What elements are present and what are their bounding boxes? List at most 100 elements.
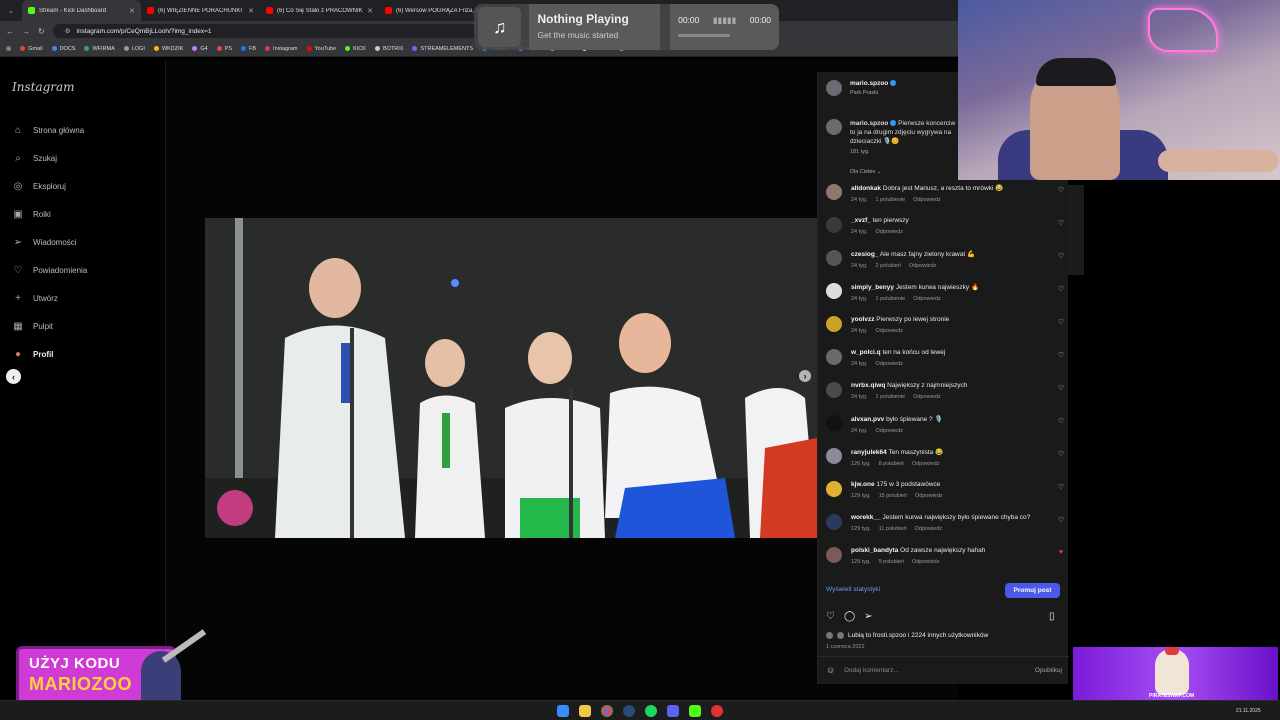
steam-icon[interactable]	[623, 705, 635, 717]
back-icon[interactable]: ←	[6, 27, 14, 36]
tab-menu-icon[interactable]: ⌄	[0, 7, 22, 15]
sidebar-item-eksploruj[interactable]: ◎ Eksploruj	[12, 180, 66, 192]
chrome-icon[interactable]	[601, 705, 613, 717]
avatar[interactable]	[826, 415, 842, 431]
reply-button[interactable]: Odpowiedz	[909, 263, 937, 269]
bookmark-item[interactable]: WKDZIK	[153, 46, 183, 52]
avatar[interactable]	[826, 547, 842, 563]
comment-like-icon[interactable]: ♡	[1056, 351, 1066, 367]
avatar[interactable]	[826, 119, 842, 135]
avatar[interactable]	[826, 184, 842, 200]
avatar[interactable]	[826, 283, 842, 299]
comment-username[interactable]: czesiog_	[851, 251, 878, 258]
avatar[interactable]	[826, 80, 842, 96]
next-image-arrow[interactable]: ›	[799, 370, 811, 382]
sidebar-item-powiadomienia[interactable]: ♡ Powiadomienia	[12, 264, 88, 276]
comment-username[interactable]: w_polci.q	[851, 349, 881, 356]
comment-username[interactable]: simply_benyy	[851, 284, 894, 291]
spotify-icon[interactable]	[645, 705, 657, 717]
reply-button[interactable]: Odpowiedz	[876, 229, 904, 235]
comment-icon[interactable]: ◯	[844, 611, 855, 622]
reply-button[interactable]: Odpowiedz	[915, 526, 943, 532]
comment-like-icon[interactable]: ♡	[1056, 516, 1066, 532]
publish-button[interactable]: Opublikuj	[1035, 667, 1062, 674]
kick-app-icon[interactable]	[689, 705, 701, 717]
comment-username[interactable]: nvrbx.qiwq	[851, 382, 885, 389]
bookmark-item[interactable]: FB	[241, 46, 256, 52]
bookmark-item[interactable]: WFIRMA	[84, 46, 115, 52]
file-explorer-icon[interactable]	[579, 705, 591, 717]
reply-button[interactable]: Odpowiedz	[915, 493, 943, 499]
forward-icon[interactable]: →	[22, 27, 30, 36]
comment-like-icon[interactable]: ♡	[1056, 186, 1066, 203]
comment-like-icon[interactable]: ♡	[1056, 384, 1066, 400]
bookmark-item[interactable]: DOCS	[51, 46, 75, 52]
avatar[interactable]	[826, 250, 842, 266]
close-icon[interactable]: ✕	[248, 7, 254, 15]
sidebar-item-pulpit[interactable]: ▦ Pulpit	[12, 320, 53, 332]
post-username[interactable]: mario.spzoo	[850, 80, 897, 87]
comment-likes[interactable]: 11 polubień	[879, 526, 907, 532]
emoji-icon[interactable]: ☺	[826, 665, 835, 675]
avatar[interactable]	[826, 382, 842, 398]
reply-button[interactable]: Odpowiedz	[913, 197, 941, 203]
likes-summary[interactable]: Lubią to frosti.spzoo i 2224 innych użyt…	[826, 632, 988, 639]
sidebar-item-wiadomości[interactable]: ➢ Wiadomości	[12, 236, 77, 248]
avatar[interactable]	[826, 481, 842, 497]
sidebar-item-szukaj[interactable]: ⌕ Szukaj	[12, 152, 57, 164]
view-insights-link[interactable]: Wyświetl statystyki	[826, 586, 880, 593]
save-icon[interactable]: ▯	[1049, 611, 1055, 622]
discord-icon[interactable]	[667, 705, 679, 717]
promote-post-button[interactable]: Promuj post	[1005, 583, 1060, 598]
bookmark-item[interactable]: Gmail	[20, 46, 43, 52]
avatar[interactable]	[826, 349, 842, 365]
comment-likes[interactable]: 1 polubienie	[876, 394, 906, 400]
comment-likes[interactable]: 15 polubień	[879, 493, 907, 499]
comment-input[interactable]: Dodaj komentarz...	[844, 667, 899, 674]
bookmark-item[interactable]: YouTube	[306, 46, 336, 52]
comment-like-icon[interactable]: ♡	[1056, 450, 1066, 467]
close-icon[interactable]: ✕	[367, 7, 373, 15]
comment-like-icon[interactable]: ♡	[1056, 318, 1066, 334]
instagram-logo[interactable]: Instagram	[12, 80, 75, 94]
tab-kick-dashboard[interactable]: Stream - Kick Dashboard ✕	[22, 0, 141, 21]
bookmark-item[interactable]: STREAMELEMENTS	[412, 46, 473, 52]
tab-youtube-1[interactable]: (6) WIĘZIENNE PORACHUNKI | ✕	[141, 0, 260, 21]
comment-likes[interactable]: 9 polubień	[879, 559, 904, 565]
avatar[interactable]	[826, 217, 842, 233]
share-icon[interactable]: ➢	[864, 611, 872, 622]
reply-button[interactable]: Odpowiedz	[876, 361, 904, 367]
comment-likes[interactable]: 1 polubienie	[876, 296, 906, 302]
comment-username[interactable]: kjw.one	[851, 481, 875, 488]
reply-button[interactable]: Odpowiedz	[913, 394, 941, 400]
comment-like-icon[interactable]: ♡	[1056, 285, 1066, 302]
close-icon[interactable]: ✕	[129, 7, 135, 15]
reply-button[interactable]: Odpowiedz	[876, 328, 904, 334]
comment-username[interactable]: worekk__	[851, 514, 881, 521]
comment-username[interactable]: yoolvzz	[851, 316, 874, 323]
comment-likes[interactable]: 1 polubienie	[876, 197, 906, 203]
comment-filter[interactable]: Dla Ciebie ⌄	[850, 169, 882, 175]
comment-username[interactable]: ranyjulek64	[851, 449, 887, 456]
comment-likes[interactable]: 2 polubień	[876, 263, 901, 269]
comment-like-icon[interactable]: ♡	[1056, 219, 1066, 235]
previous-post-arrow[interactable]: ‹	[6, 369, 21, 384]
bookmark-item[interactable]: BOTRIX	[374, 46, 403, 52]
site-info-icon[interactable]: ⚙	[65, 27, 71, 35]
bookmark-item[interactable]: Instagram	[265, 46, 298, 52]
comment-like-icon[interactable]: ♡	[1056, 417, 1066, 434]
app-icon[interactable]	[711, 705, 723, 717]
caption-username[interactable]: mario.spzoo	[850, 120, 888, 127]
comment-like-icon[interactable]: ♥	[1056, 549, 1066, 565]
comment-username[interactable]: polski_bandyta	[851, 547, 898, 554]
windows-start-icon[interactable]	[557, 705, 569, 717]
avatar[interactable]	[826, 448, 842, 464]
bookmark-item[interactable]: G4	[192, 46, 208, 52]
bookmark-item[interactable]: PS	[216, 46, 232, 52]
post-location[interactable]: Park Praski	[850, 90, 896, 96]
bookmark-item[interactable]: LOGI	[123, 46, 145, 52]
comment-username[interactable]: alvxan.pvv	[851, 416, 884, 423]
comment-username[interactable]: _xvzf_	[851, 217, 871, 224]
avatar[interactable]	[826, 316, 842, 332]
reply-button[interactable]: Odpowiedz	[912, 559, 940, 565]
